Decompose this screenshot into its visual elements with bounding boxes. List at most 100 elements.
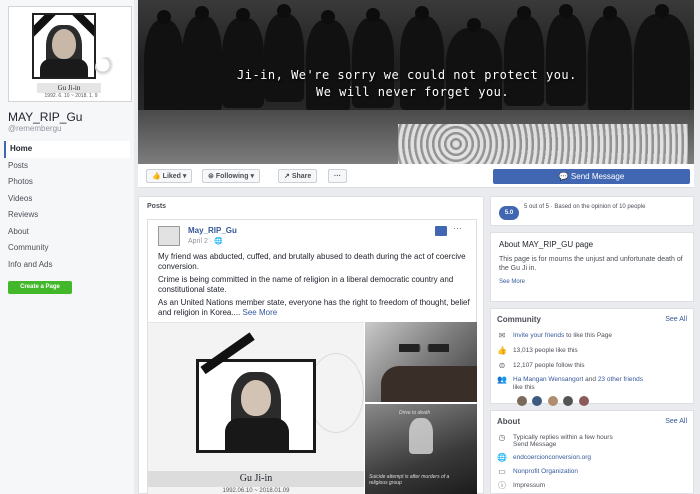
impressum-text: Impressum (513, 482, 546, 490)
about-page-card: About MAY_RIP_GU page This page is for m… (490, 232, 694, 302)
left-sidebar: Gu Ji-in 1992. 6. 10 ~ 2018. 1. 9 MAY_RI… (0, 0, 134, 494)
posts-card: Posts May_RIP_Gu April 2 · 🌐 ··· My frie… (138, 196, 484, 494)
memorial-portrait (196, 332, 316, 453)
boost-badge-icon[interactable] (435, 226, 447, 236)
page: Gu Ji-in 1992. 6. 10 ~ 2018. 1. 9 MAY_RI… (0, 0, 700, 494)
nav-item-about[interactable]: About (4, 224, 130, 241)
image-caption: Suicide attempt is after murders of a re… (369, 474, 450, 486)
white-flowers (398, 124, 688, 164)
post-image-silenced[interactable] (365, 322, 477, 402)
avatar[interactable] (532, 396, 543, 406)
cover-caption-line1: Ji-in, We're sorry we could not protect … (237, 68, 577, 82)
rating-card: 5.0 5 out of 5 · Based on the opinion of… (490, 196, 694, 226)
cover-photo[interactable]: Ji-in, We're sorry we could not protect … (138, 0, 694, 164)
nav-item-home[interactable]: Home (4, 141, 130, 158)
post: May_RIP_Gu April 2 · 🌐 ··· My friend was… (147, 219, 477, 494)
invite-row: ✉ Invite your friends to like this Page (498, 331, 613, 340)
see-more-link[interactable]: See More (243, 308, 278, 317)
follows-row: ⊜ 12,107 people follow this (497, 361, 585, 370)
post-paragraph: As an United Nations member state, every… (158, 298, 470, 317)
post-image-drive-to-death[interactable]: Drive to death Suicide attempt is after … (365, 404, 477, 494)
about-see-more-link[interactable]: See More (499, 279, 525, 285)
globe-icon: 🌐 (497, 453, 507, 462)
friends-row: 👥 Ha Mangan Wensangort and 23 other frien… (497, 375, 643, 384)
about-see-all-link[interactable]: See All (665, 418, 687, 425)
thumbs-up-icon: 👍 (152, 173, 161, 180)
avatar[interactable] (578, 396, 589, 406)
likes-row: 👍 13,013 people like this (497, 346, 578, 355)
nav-item-videos[interactable]: Videos (4, 191, 130, 208)
thumbs-up-icon: 👍 (497, 346, 507, 355)
memorial-dates: 1992. 6. 10 ~ 2018. 1. 9 (44, 93, 98, 99)
mourners-crowd (138, 4, 694, 120)
liked-button[interactable]: 👍 Liked ▾ (146, 169, 193, 183)
chevron-down-icon: ▾ (250, 173, 254, 180)
about-page-text: This page is for mourns the unjust and u… (499, 256, 683, 272)
post-paragraph: Crime is being committed in the name of … (158, 275, 454, 294)
following-button[interactable]: ⊜ Following ▾ (202, 169, 260, 183)
likes-count: 13,013 people like this (513, 347, 578, 355)
category-row: ▭ Nonprofit Organization (497, 467, 578, 476)
following-label: Following (215, 173, 249, 180)
post-image-memorial[interactable]: Gu Ji-in 1992.06.10 ~ 2018.01.09 (148, 322, 364, 494)
avatar[interactable] (547, 396, 558, 406)
nav-item-reviews[interactable]: Reviews (4, 207, 130, 224)
mourning-ribbon (200, 332, 255, 375)
posts-title: Posts (147, 203, 167, 210)
friend-link[interactable]: Ha Mangan Wensangort (513, 376, 583, 383)
friend-avatars (517, 393, 590, 411)
memorial-name: Gu Ji-in (37, 83, 101, 93)
cover-caption-line2: We will never forget you. (316, 85, 510, 99)
community-see-all-link[interactable]: See All (665, 316, 687, 323)
avatar[interactable] (158, 226, 180, 246)
memorial-image-name: Gu Ji-in (148, 471, 364, 487)
post-text: My friend was abducted, cuffed, and brut… (158, 252, 470, 321)
share-button[interactable]: ↗ Share (278, 169, 318, 183)
invite-friends-link[interactable]: Invite your friends (513, 332, 564, 339)
follow-icon: ⊜ (498, 361, 506, 370)
category-link[interactable]: Nonprofit Organization (513, 468, 578, 475)
nav-item-photos[interactable]: Photos (4, 174, 130, 191)
share-label: Share (291, 173, 312, 180)
post-options-button[interactable]: ··· (453, 223, 462, 233)
tag-icon: ▭ (498, 467, 506, 476)
more-options-button[interactable]: ··· (328, 169, 347, 183)
about-send-message-link[interactable]: Send Message (513, 441, 556, 448)
community-title: Community (497, 315, 541, 324)
page-name[interactable]: MAY_RIP_Gu (8, 110, 82, 124)
post-author[interactable]: May_RIP_Gu (188, 226, 237, 235)
send-message-button[interactable]: 💬 Send Message (493, 169, 690, 184)
rating-score[interactable]: 5.0 (499, 206, 519, 220)
about-title: About (497, 417, 521, 426)
friends-icon: 👥 (497, 375, 507, 384)
memorial-image-dates: 1992.06.10 ~ 2018.01.09 (222, 488, 290, 494)
create-page-button[interactable]: Create a Page (8, 281, 72, 294)
nav-item-community[interactable]: Community (4, 240, 130, 257)
nav-item-info-and-ads[interactable]: Info and Ads (4, 257, 130, 274)
website-row: 🌐 endcoercionconversion.org (497, 453, 591, 462)
nav-item-posts[interactable]: Posts (4, 158, 130, 175)
about-card: About See All ◷ Typically replies within … (490, 410, 694, 494)
image-caption: Drive to death (399, 410, 431, 416)
page-nav: Home Posts Photos Videos Reviews About C… (4, 141, 130, 273)
share-arrow-icon: ↗ (284, 173, 290, 180)
avatar[interactable] (517, 396, 527, 406)
about-page-heading: About MAY_RIP_GU page (499, 240, 594, 249)
post-date[interactable]: April 2 · 🌐 (188, 237, 223, 245)
flowers-decoration (95, 57, 121, 77)
invite-friends-icon: ✉ (498, 331, 506, 340)
memorial-photo-frame (32, 13, 96, 79)
rating-text: 5 out of 5 · Based on the opinion of 10 … (524, 204, 646, 210)
profile-picture[interactable]: Gu Ji-in 1992. 6. 10 ~ 2018. 1. 9 (8, 6, 132, 102)
messenger-icon: 💬 (558, 172, 569, 181)
globe-icon: 🌐 (214, 238, 223, 245)
avatar[interactable] (563, 396, 574, 406)
website-link[interactable]: endcoercionconversion.org (513, 454, 591, 461)
post-paragraph: My friend was abducted, cuffed, and brut… (158, 252, 466, 271)
clock-icon: ◷ (498, 433, 506, 442)
other-friends-link[interactable]: 23 other friends (598, 376, 643, 383)
impressum-row: ⓘ Impressum (497, 481, 545, 490)
page-action-bar: 👍 Liked ▾ ⊜ Following ▾ ↗ Share ··· 💬 Se… (138, 164, 694, 188)
page-handle[interactable]: @remembergu (8, 124, 61, 133)
friends-row-tail: like this (513, 384, 535, 391)
